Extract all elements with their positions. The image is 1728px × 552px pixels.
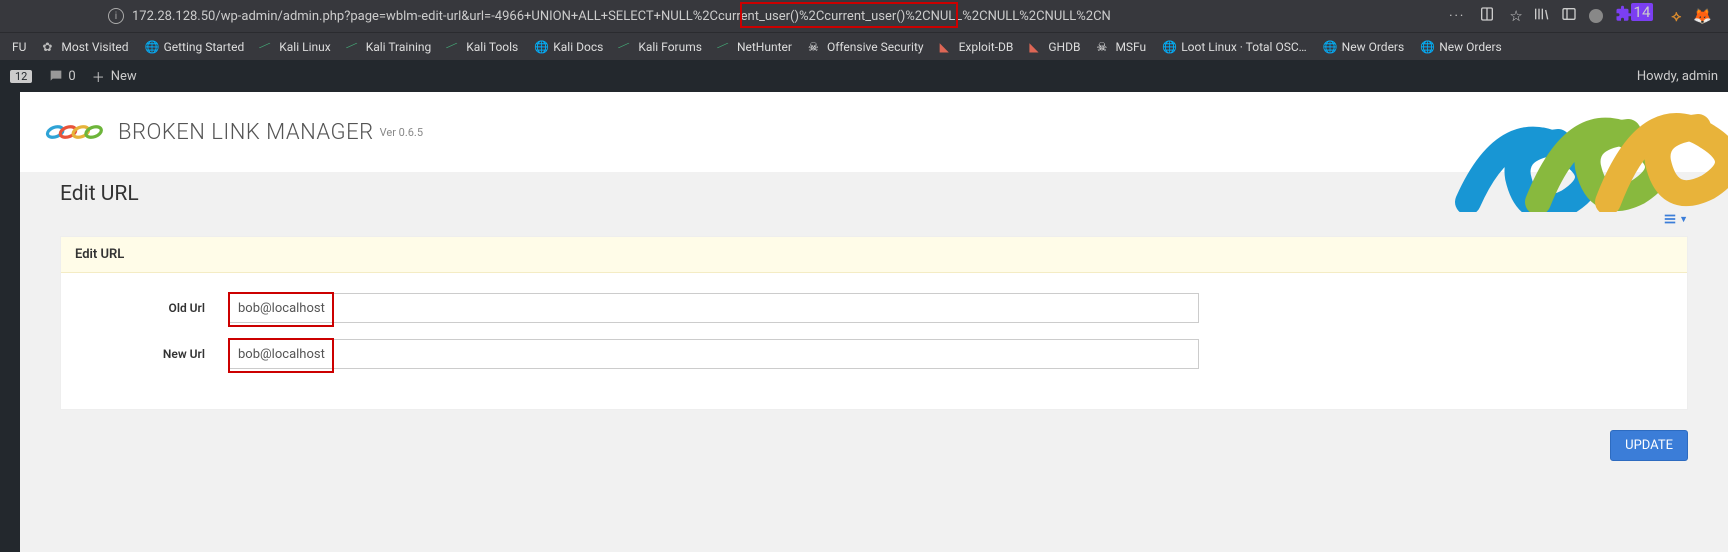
kali-icon: ⟋ xyxy=(258,37,277,56)
new-url-input[interactable] xyxy=(229,339,1199,369)
bookmark-nethunter[interactable]: ⟋NetHunter xyxy=(712,37,798,57)
content-area: BROKEN LINK MANAGER Ver 0.6.5 Edit URL ▼… xyxy=(20,92,1728,552)
bookmark-getting-started[interactable]: 🌐Getting Started xyxy=(139,37,251,57)
bookmark-loot-linux[interactable]: 🌐Loot Linux · Total OSC… xyxy=(1156,37,1312,57)
globe-icon: 🌐 xyxy=(145,40,159,54)
wp-comments[interactable]: 0 xyxy=(48,68,75,84)
browser-url-bar: i 172.28.128.50/wp-admin/admin.php?page=… xyxy=(0,0,1728,32)
kali-icon: ⟋ xyxy=(344,37,363,56)
old-url-row: Old Url xyxy=(89,293,1659,323)
new-url-row: New Url xyxy=(89,339,1659,369)
chevron-down-icon: ▼ xyxy=(1679,214,1688,225)
plugin-header: BROKEN LINK MANAGER Ver 0.6.5 xyxy=(20,92,1728,172)
bookmark-kali-training[interactable]: ⟋Kali Training xyxy=(341,37,438,57)
globe-icon: 🌐 xyxy=(534,40,548,54)
bookmark-most-visited[interactable]: ✿Most Visited xyxy=(36,37,134,57)
bookmark-new-orders-1[interactable]: 🌐New Orders xyxy=(1317,37,1411,57)
plugin-version: Ver 0.6.5 xyxy=(380,126,423,139)
list-toggle-icon[interactable]: ▼ xyxy=(1663,212,1688,226)
edit-url-panel: Edit URL Old Url New Url xyxy=(60,236,1688,410)
panel-title: Edit URL xyxy=(61,237,1687,273)
bookmark-kali-linux[interactable]: ⟋Kali Linux xyxy=(254,37,336,57)
plus-icon: ＋ xyxy=(92,67,105,86)
bookmark-star-icon[interactable]: ☆ xyxy=(1509,7,1522,25)
extension-badge: 14 xyxy=(1631,3,1654,21)
sidebar-icon[interactable] xyxy=(1561,6,1577,26)
circle-icon[interactable] xyxy=(1589,9,1603,23)
plugin-title: BROKEN LINK MANAGER xyxy=(118,120,374,145)
tag-icon: ◣ xyxy=(940,40,954,54)
page-actions-icon[interactable]: ··· xyxy=(1449,9,1465,24)
old-url-input[interactable] xyxy=(229,293,1199,323)
wp-admin-bar: 12 0 ＋ New Howdy, admin xyxy=(0,60,1728,92)
old-url-label: Old Url xyxy=(89,301,229,315)
bookmark-kali-docs[interactable]: 🌐Kali Docs xyxy=(528,37,609,57)
library-icon[interactable] xyxy=(1533,6,1549,26)
bookmark-toolbar: FU ✿Most Visited 🌐Getting Started ⟋Kali … xyxy=(0,32,1728,60)
chain-logo-icon xyxy=(44,118,108,146)
url-highlight-box xyxy=(740,2,958,28)
info-icon[interactable]: i xyxy=(108,8,124,24)
kali-icon: ⟋ xyxy=(617,37,636,56)
gear-icon: ✿ xyxy=(42,40,56,54)
wp-howdy[interactable]: Howdy, admin xyxy=(1637,69,1718,84)
bookmark-msfu[interactable]: ☠MSFu xyxy=(1090,37,1152,57)
extensions-icon[interactable]: 14 xyxy=(1615,5,1660,27)
firefox-icon[interactable]: 🦊 xyxy=(1693,7,1712,25)
skull-icon: ☠ xyxy=(1096,40,1110,54)
kali-icon: ⟋ xyxy=(716,37,735,56)
tag-icon: ◣ xyxy=(1029,40,1043,54)
twist-logo-icon xyxy=(1428,92,1728,212)
bookmark-ghdb[interactable]: ◣GHDB xyxy=(1023,37,1086,57)
amazon-icon[interactable]: ⟡ xyxy=(1671,7,1681,25)
globe-icon: 🌐 xyxy=(1162,40,1176,54)
skull-icon: ☠ xyxy=(808,40,822,54)
update-button[interactable]: UPDATE xyxy=(1610,430,1688,461)
browser-right-icons: 14 ⟡ 🦊 xyxy=(1533,5,1712,27)
wp-updates-count[interactable]: 12 xyxy=(10,70,32,83)
reader-icon[interactable] xyxy=(1479,6,1495,26)
new-url-label: New Url xyxy=(89,347,229,361)
bookmark-exploit-db[interactable]: ◣Exploit-DB xyxy=(934,37,1020,57)
bookmark-kali-forums[interactable]: ⟋Kali Forums xyxy=(613,37,708,57)
bookmark-new-orders-2[interactable]: 🌐New Orders xyxy=(1414,37,1508,57)
globe-icon: 🌐 xyxy=(1420,40,1434,54)
kali-icon: ⟋ xyxy=(445,37,464,56)
globe-icon: 🌐 xyxy=(1323,40,1337,54)
bookmark-fu[interactable]: FU xyxy=(6,37,32,57)
bookmark-offensive-security[interactable]: ☠Offensive Security xyxy=(802,37,930,57)
wp-new-button[interactable]: ＋ New xyxy=(92,67,137,86)
bookmark-kali-tools[interactable]: ⟋Kali Tools xyxy=(441,37,524,57)
